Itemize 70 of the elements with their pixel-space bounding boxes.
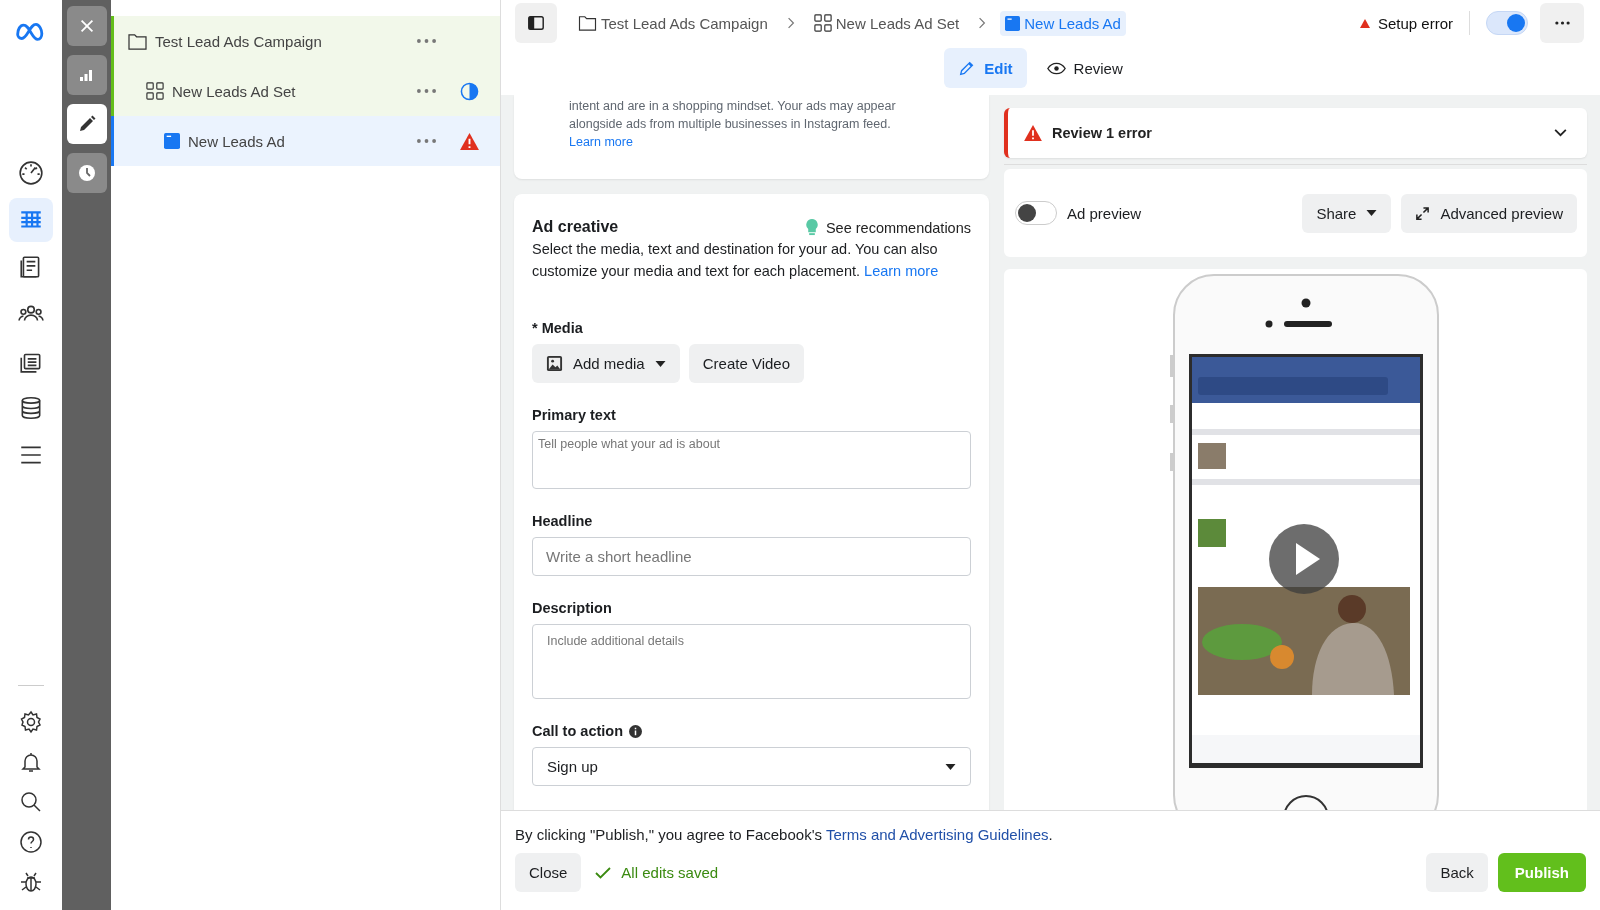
caret-icon [654,360,666,367]
field-label: * Media [532,320,584,336]
ad-icon [1005,15,1021,31]
learn-more-link[interactable]: Learn more [569,135,633,149]
tab[interactable]: Review [1032,48,1137,88]
sidebar-icon [527,14,545,32]
expand-icon [1415,205,1431,221]
sidebar-toggle-button[interactable] [515,3,557,43]
status-text: Setup error [1377,14,1453,32]
save-status: All edits saved [621,864,719,881]
clock-icon [76,163,97,183]
description-field[interactable]: Include additional details [532,624,971,699]
chevron-icon [786,17,795,29]
close-button[interactable] [66,6,107,46]
call-to-action-dropdown[interactable]: Sign up [532,747,971,786]
caret-icon [945,763,956,770]
terms-link[interactable]: Terms and Advertising Guidelines [825,826,1049,843]
breadcrumb[interactable]: New Leads Ad Set [808,10,965,36]
section-description: Select the media, text and destination for your ad. You can also customize your media and text for each placement. Learn more [532,240,940,281]
back-button[interactable]: Back [1426,853,1488,892]
create-video-button[interactable]: Create Video [688,344,804,383]
more-icon[interactable] [417,39,436,43]
toggle-label: Ad preview [1067,204,1142,222]
share-button[interactable]: Share [1302,193,1392,233]
chevron-icon [978,17,987,29]
learn-more-link[interactable]: Learn more [864,263,939,279]
advanced-preview-button[interactable]: Advanced preview [1401,193,1577,233]
image-icon [546,355,563,372]
grid-icon [813,14,832,32]
toggle-switch[interactable] [1015,201,1057,225]
field-label: Description [532,600,613,616]
check-icon [595,866,612,879]
tree-item[interactable]: New Leads Ad [111,116,500,166]
eye-icon [1046,61,1066,75]
ad-icon [164,133,180,149]
grid-icon [146,82,164,100]
field-label: Primary text [532,407,617,423]
warning-icon [1359,18,1370,28]
chart-button[interactable] [66,55,107,95]
field-label: Call to action [532,723,624,739]
close-button[interactable]: Close [515,853,582,892]
tree-item[interactable]: New Leads Ad Set [111,66,500,116]
history-button[interactable] [66,153,107,193]
recommendations-link[interactable]: See recommendations [805,219,971,236]
more-icon [1554,21,1570,25]
tree-item[interactable]: Test Lead Ads Campaign [111,16,500,66]
agreement-text: By clicking "Publish," you agree to Facebook's Terms and Advertising Guidelines. [515,826,1054,843]
more-icon[interactable] [417,139,436,143]
tab[interactable]: Edit [944,48,1027,88]
warning-icon [1024,125,1042,141]
table-icon[interactable] [9,198,53,242]
toggle-switch[interactable] [1486,11,1528,35]
placement-description: intent and are in a shopping mindset. Your ads may appear alongside ads from multiple businesses in Instagram feed. Learn more [569,98,897,151]
field-label: Headline [532,513,594,529]
error-banner[interactable]: Review 1 error [1004,108,1587,158]
info-icon [629,724,643,738]
headline-field[interactable]: Write a short headline [532,537,971,576]
more-icon[interactable] [417,89,436,93]
caret-icon [1366,210,1378,216]
breadcrumb[interactable]: Test Lead Ads Campaign [573,10,773,36]
lightbulb-icon [805,219,818,236]
add-media-button[interactable]: Add media [532,344,680,383]
primary-text-field[interactable]: Tell people what your ad is about [532,431,971,489]
edit-button[interactable] [66,104,107,144]
section-title: Ad creative [532,218,619,236]
folder-icon [578,15,597,31]
chevron-icon [1554,129,1567,137]
breadcrumb[interactable]: New Leads Ad [1000,10,1126,36]
folder-icon [128,32,147,50]
play-icon[interactable] [1267,523,1340,595]
